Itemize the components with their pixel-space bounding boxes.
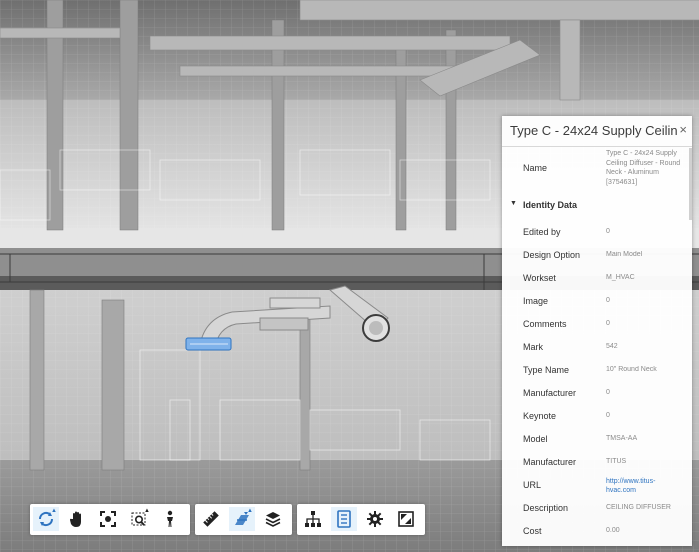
property-value: 0 xyxy=(606,412,610,419)
url-link[interactable]: http://www.titus-hvac.com xyxy=(606,477,684,495)
property-value: 0 xyxy=(606,228,610,235)
property-row: Image 0 xyxy=(502,290,692,312)
first-person-button[interactable] xyxy=(157,507,183,531)
property-row: Workset M_HVAC xyxy=(502,267,692,289)
orbit-button[interactable]: ▲ xyxy=(33,507,59,531)
fullscreen-icon xyxy=(398,511,414,527)
settings-button[interactable] xyxy=(362,507,388,531)
property-row: Mark 542 xyxy=(502,336,692,358)
settings-toolbar xyxy=(297,504,425,535)
properties-panel-header: Type C - 24x24 Supply Ceiling Diffuser -… xyxy=(502,116,692,147)
model-browser-button[interactable] xyxy=(300,507,326,531)
property-row: Model TMSA-AA xyxy=(502,428,692,450)
fullscreen-button[interactable] xyxy=(393,507,419,531)
tools-toolbar: ▲ xyxy=(195,504,292,535)
property-label: Image xyxy=(523,296,549,306)
first-person-icon xyxy=(167,510,173,527)
property-value: TITUS xyxy=(606,458,627,465)
property-row: Cost 0.00 xyxy=(502,520,692,542)
property-value: 0 xyxy=(606,389,610,396)
property-value: 10" Round Neck xyxy=(606,366,657,373)
close-icon[interactable]: × xyxy=(679,122,687,137)
property-row: Type Name 10" Round Neck xyxy=(502,359,692,381)
property-value: M_HVAC xyxy=(606,274,635,281)
properties-panel: Type C - 24x24 Supply Ceiling Diffuser -… xyxy=(502,116,692,546)
model-browser-icon xyxy=(305,511,321,527)
group-label: Identity Data xyxy=(523,200,578,210)
property-value: CEILING DIFFUSER xyxy=(606,504,671,511)
property-label: Workset xyxy=(523,273,556,283)
properties-icon xyxy=(337,510,351,528)
property-label: Manufacturer xyxy=(523,457,577,467)
property-row: Keynote 0 xyxy=(502,405,692,427)
fit-view-icon xyxy=(100,511,116,527)
pan-icon xyxy=(69,511,81,527)
property-label: Mark xyxy=(523,342,543,352)
property-label: Comments xyxy=(523,319,567,329)
name-label: Name xyxy=(523,163,548,173)
property-label: Description xyxy=(523,503,569,513)
property-row: Comments 0 xyxy=(502,313,692,335)
property-row: URL http://www.titus-hvac.com xyxy=(502,474,692,496)
property-label: Cost xyxy=(523,526,542,536)
measure-button[interactable] xyxy=(198,507,224,531)
identity-data-group[interactable]: ▼ Identity Data xyxy=(502,195,692,215)
dropdown-caret-icon: ▲ xyxy=(144,508,150,514)
property-value: Main Model xyxy=(606,251,643,258)
property-label: URL xyxy=(523,480,542,490)
name-value: Type C - 24x24 Supply Ceiling Diffuser -… xyxy=(606,150,681,186)
selected-diffuser[interactable] xyxy=(185,337,232,351)
property-value: 0.00 xyxy=(606,527,620,534)
collapse-arrow-icon[interactable]: ▼ xyxy=(510,200,517,207)
fit-view-button[interactable] xyxy=(95,507,121,531)
dropdown-caret-icon: ▲ xyxy=(247,508,253,514)
navigation-toolbar: ▲ ▲ xyxy=(30,504,190,535)
explode-icon xyxy=(265,512,281,527)
property-value: 0 xyxy=(606,320,610,327)
property-label: Design Option xyxy=(523,250,581,260)
property-row: Manufacturer 0 xyxy=(502,382,692,404)
property-label: Keynote xyxy=(523,411,557,421)
property-label: Manufacturer xyxy=(523,388,577,398)
panel-scrollbar[interactable] xyxy=(689,148,692,220)
panel-title: Type C - 24x24 Supply Ceiling Diffuser -… xyxy=(510,123,678,138)
pan-button[interactable] xyxy=(64,507,90,531)
settings-icon xyxy=(367,511,383,527)
zoom-window-button[interactable]: ▲ xyxy=(126,507,152,531)
property-label: Model xyxy=(523,434,548,444)
dropdown-caret-icon: ▲ xyxy=(51,508,57,514)
property-value: 542 xyxy=(606,343,618,350)
explode-button[interactable] xyxy=(260,507,286,531)
property-label: Type Name xyxy=(523,365,570,375)
property-row: Edited by 0 xyxy=(502,221,692,243)
name-row: Name Type C - 24x24 Supply Ceiling Diffu… xyxy=(502,146,692,190)
property-row: Design Option Main Model xyxy=(502,244,692,266)
section-button[interactable]: ▲ xyxy=(229,507,255,531)
measure-icon xyxy=(203,511,219,527)
property-value: TMSA-AA xyxy=(606,435,638,442)
property-label: Edited by xyxy=(523,227,561,237)
property-row: Description CEILING DIFFUSER xyxy=(502,497,692,519)
properties-button[interactable] xyxy=(331,507,357,531)
property-value: 0 xyxy=(606,297,610,304)
property-row: Manufacturer TITUS xyxy=(502,451,692,473)
